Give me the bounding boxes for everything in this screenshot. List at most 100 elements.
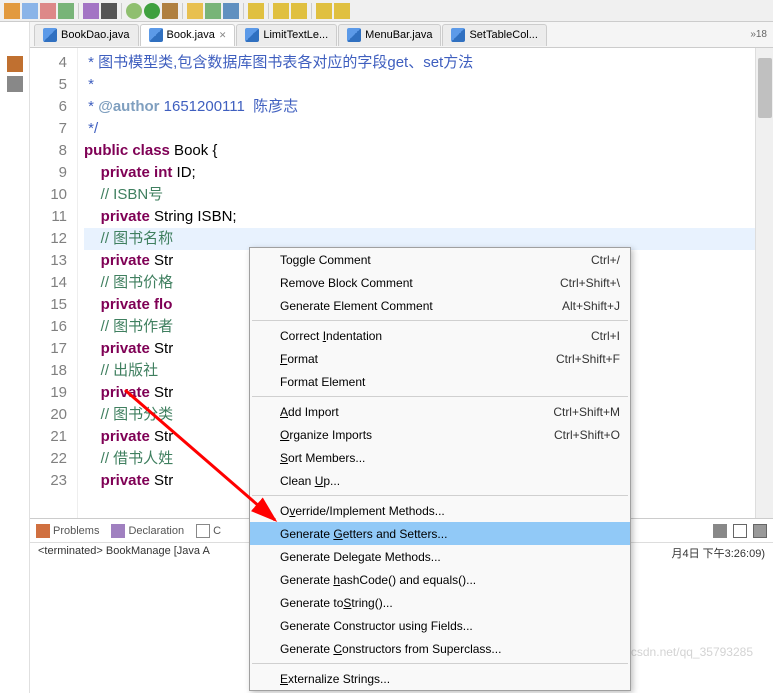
menu-item-label: Generate Getters and Setters...	[280, 527, 447, 541]
declaration-tab[interactable]: Declaration	[111, 524, 184, 538]
code-line[interactable]: // ISBN号	[84, 184, 773, 206]
line-number: 17	[30, 338, 67, 360]
menu-shortcut: Ctrl+Shift+M	[553, 405, 620, 419]
menu-item[interactable]: Override/Implement Methods...	[250, 499, 630, 522]
menu-item[interactable]: Externalize Strings...	[250, 667, 630, 690]
menu-shortcut: Ctrl+Shift+F	[556, 352, 620, 366]
java-file-icon	[43, 28, 57, 42]
toolbar-icon[interactable]	[291, 3, 307, 19]
menu-item-label: Generate Constructor using Fields...	[280, 619, 473, 633]
line-number: 10	[30, 184, 67, 206]
code-line[interactable]: private int ID;	[84, 162, 773, 184]
back-icon[interactable]	[316, 3, 332, 19]
tab-label: LimitTextLe...	[263, 29, 328, 41]
scroll-thumb[interactable]	[758, 58, 772, 118]
close-tab-icon[interactable]: ✕	[219, 30, 227, 41]
menu-item[interactable]: Clean Up...	[250, 469, 630, 492]
line-number: 14	[30, 272, 67, 294]
menu-item[interactable]: Remove Block CommentCtrl+Shift+\	[250, 271, 630, 294]
toolbar-icon[interactable]	[273, 3, 289, 19]
java-file-icon	[245, 28, 259, 42]
toolbar-icon[interactable]	[4, 3, 20, 19]
toolbar-icon[interactable]	[22, 3, 38, 19]
menu-item[interactable]: FormatCtrl+Shift+F	[250, 347, 630, 370]
toolbar-icon[interactable]	[187, 3, 203, 19]
toolbar-icon[interactable]	[205, 3, 221, 19]
code-line[interactable]: *	[84, 74, 773, 96]
line-number: 6	[30, 96, 67, 118]
code-line[interactable]: * 图书模型类,包含数据库图书表各对应的字段get、set方法	[84, 52, 773, 74]
editor-tab[interactable]: Book.java ✕	[140, 24, 236, 46]
search-icon[interactable]	[248, 3, 264, 19]
arrow-icon[interactable]	[7, 76, 23, 92]
remove-all-icon[interactable]	[753, 524, 767, 538]
outline-icon[interactable]	[7, 56, 23, 72]
tabs-overflow[interactable]: »18	[750, 29, 767, 40]
menu-item[interactable]: Sort Members...	[250, 446, 630, 469]
menu-item-label: Generate hashCode() and equals()...	[280, 573, 476, 587]
problems-tab[interactable]: Problems	[36, 524, 99, 538]
menu-shortcut: Alt+Shift+J	[562, 299, 620, 313]
line-number: 16	[30, 316, 67, 338]
menu-item-label: Clean Up...	[280, 474, 340, 488]
editor-tab[interactable]: LimitTextLe...	[236, 24, 337, 46]
menu-item-label: Sort Members...	[280, 451, 365, 465]
line-number: 9	[30, 162, 67, 184]
line-number: 8	[30, 140, 67, 162]
line-number: 20	[30, 404, 67, 426]
menu-item[interactable]: Toggle CommentCtrl+/	[250, 248, 630, 271]
code-line[interactable]: */	[84, 118, 773, 140]
console-tab[interactable]: C	[196, 524, 221, 538]
vertical-scrollbar[interactable]	[755, 48, 773, 518]
menu-item-label: Add Import	[280, 405, 339, 419]
menu-item[interactable]: Generate hashCode() and equals()...	[250, 568, 630, 591]
code-line[interactable]: * @author 1651200111 陈彦志	[84, 96, 773, 118]
menu-item[interactable]: Organize ImportsCtrl+Shift+O	[250, 423, 630, 446]
remove-icon[interactable]	[733, 524, 747, 538]
tab-label: MenuBar.java	[365, 29, 432, 41]
menu-item-label: Generate Delegate Methods...	[280, 550, 441, 564]
toolbar	[0, 0, 773, 22]
line-number: 5	[30, 74, 67, 96]
line-number-gutter: 4567891011121314151617181920212223	[30, 48, 78, 518]
menu-item-label: Externalize Strings...	[280, 672, 390, 686]
menu-item[interactable]: Generate Getters and Setters...	[250, 522, 630, 545]
run-icon[interactable]	[144, 3, 160, 19]
menu-separator	[252, 396, 628, 397]
menu-item[interactable]: Correct IndentationCtrl+I	[250, 324, 630, 347]
toolbar-icon[interactable]	[162, 3, 178, 19]
menu-item-label: Organize Imports	[280, 428, 372, 442]
menu-shortcut: Ctrl+I	[591, 329, 620, 343]
menu-item[interactable]: Format Element	[250, 370, 630, 393]
menu-item[interactable]: Generate Delegate Methods...	[250, 545, 630, 568]
editor-tabs: BookDao.java Book.java ✕ LimitTextLe... Menu…	[30, 22, 773, 48]
toolbar-icon[interactable]	[40, 3, 56, 19]
line-number: 23	[30, 470, 67, 492]
toolbar-icon[interactable]	[223, 3, 239, 19]
java-file-icon	[451, 28, 465, 42]
code-line[interactable]: private String ISBN;	[84, 206, 773, 228]
toolbar-icon[interactable]	[58, 3, 74, 19]
java-file-icon	[347, 28, 361, 42]
editor-tab[interactable]: SetTableCol...	[442, 24, 546, 46]
pin-icon[interactable]	[713, 524, 727, 538]
toolbar-icon[interactable]	[101, 3, 117, 19]
menu-item[interactable]: Add Import Ctrl+Shift+M	[250, 400, 630, 423]
menu-item[interactable]: Generate toString()...	[250, 591, 630, 614]
toolbar-icon[interactable]	[83, 3, 99, 19]
line-number: 21	[30, 426, 67, 448]
forward-icon[interactable]	[334, 3, 350, 19]
code-line[interactable]: public class Book {	[84, 140, 773, 162]
menu-item[interactable]: Generate Constructors from Superclass...	[250, 637, 630, 660]
menu-item[interactable]: Generate Element CommentAlt+Shift+J	[250, 294, 630, 317]
tab-label: Book.java	[167, 29, 215, 41]
debug-icon[interactable]	[126, 3, 142, 19]
menu-item[interactable]: Generate Constructor using Fields...	[250, 614, 630, 637]
line-number: 22	[30, 448, 67, 470]
line-number: 19	[30, 382, 67, 404]
line-number: 13	[30, 250, 67, 272]
editor-tab[interactable]: MenuBar.java	[338, 24, 441, 46]
editor-tab[interactable]: BookDao.java	[34, 24, 139, 46]
menu-item-label: Override/Implement Methods...	[280, 504, 445, 518]
left-gutter	[0, 22, 30, 693]
